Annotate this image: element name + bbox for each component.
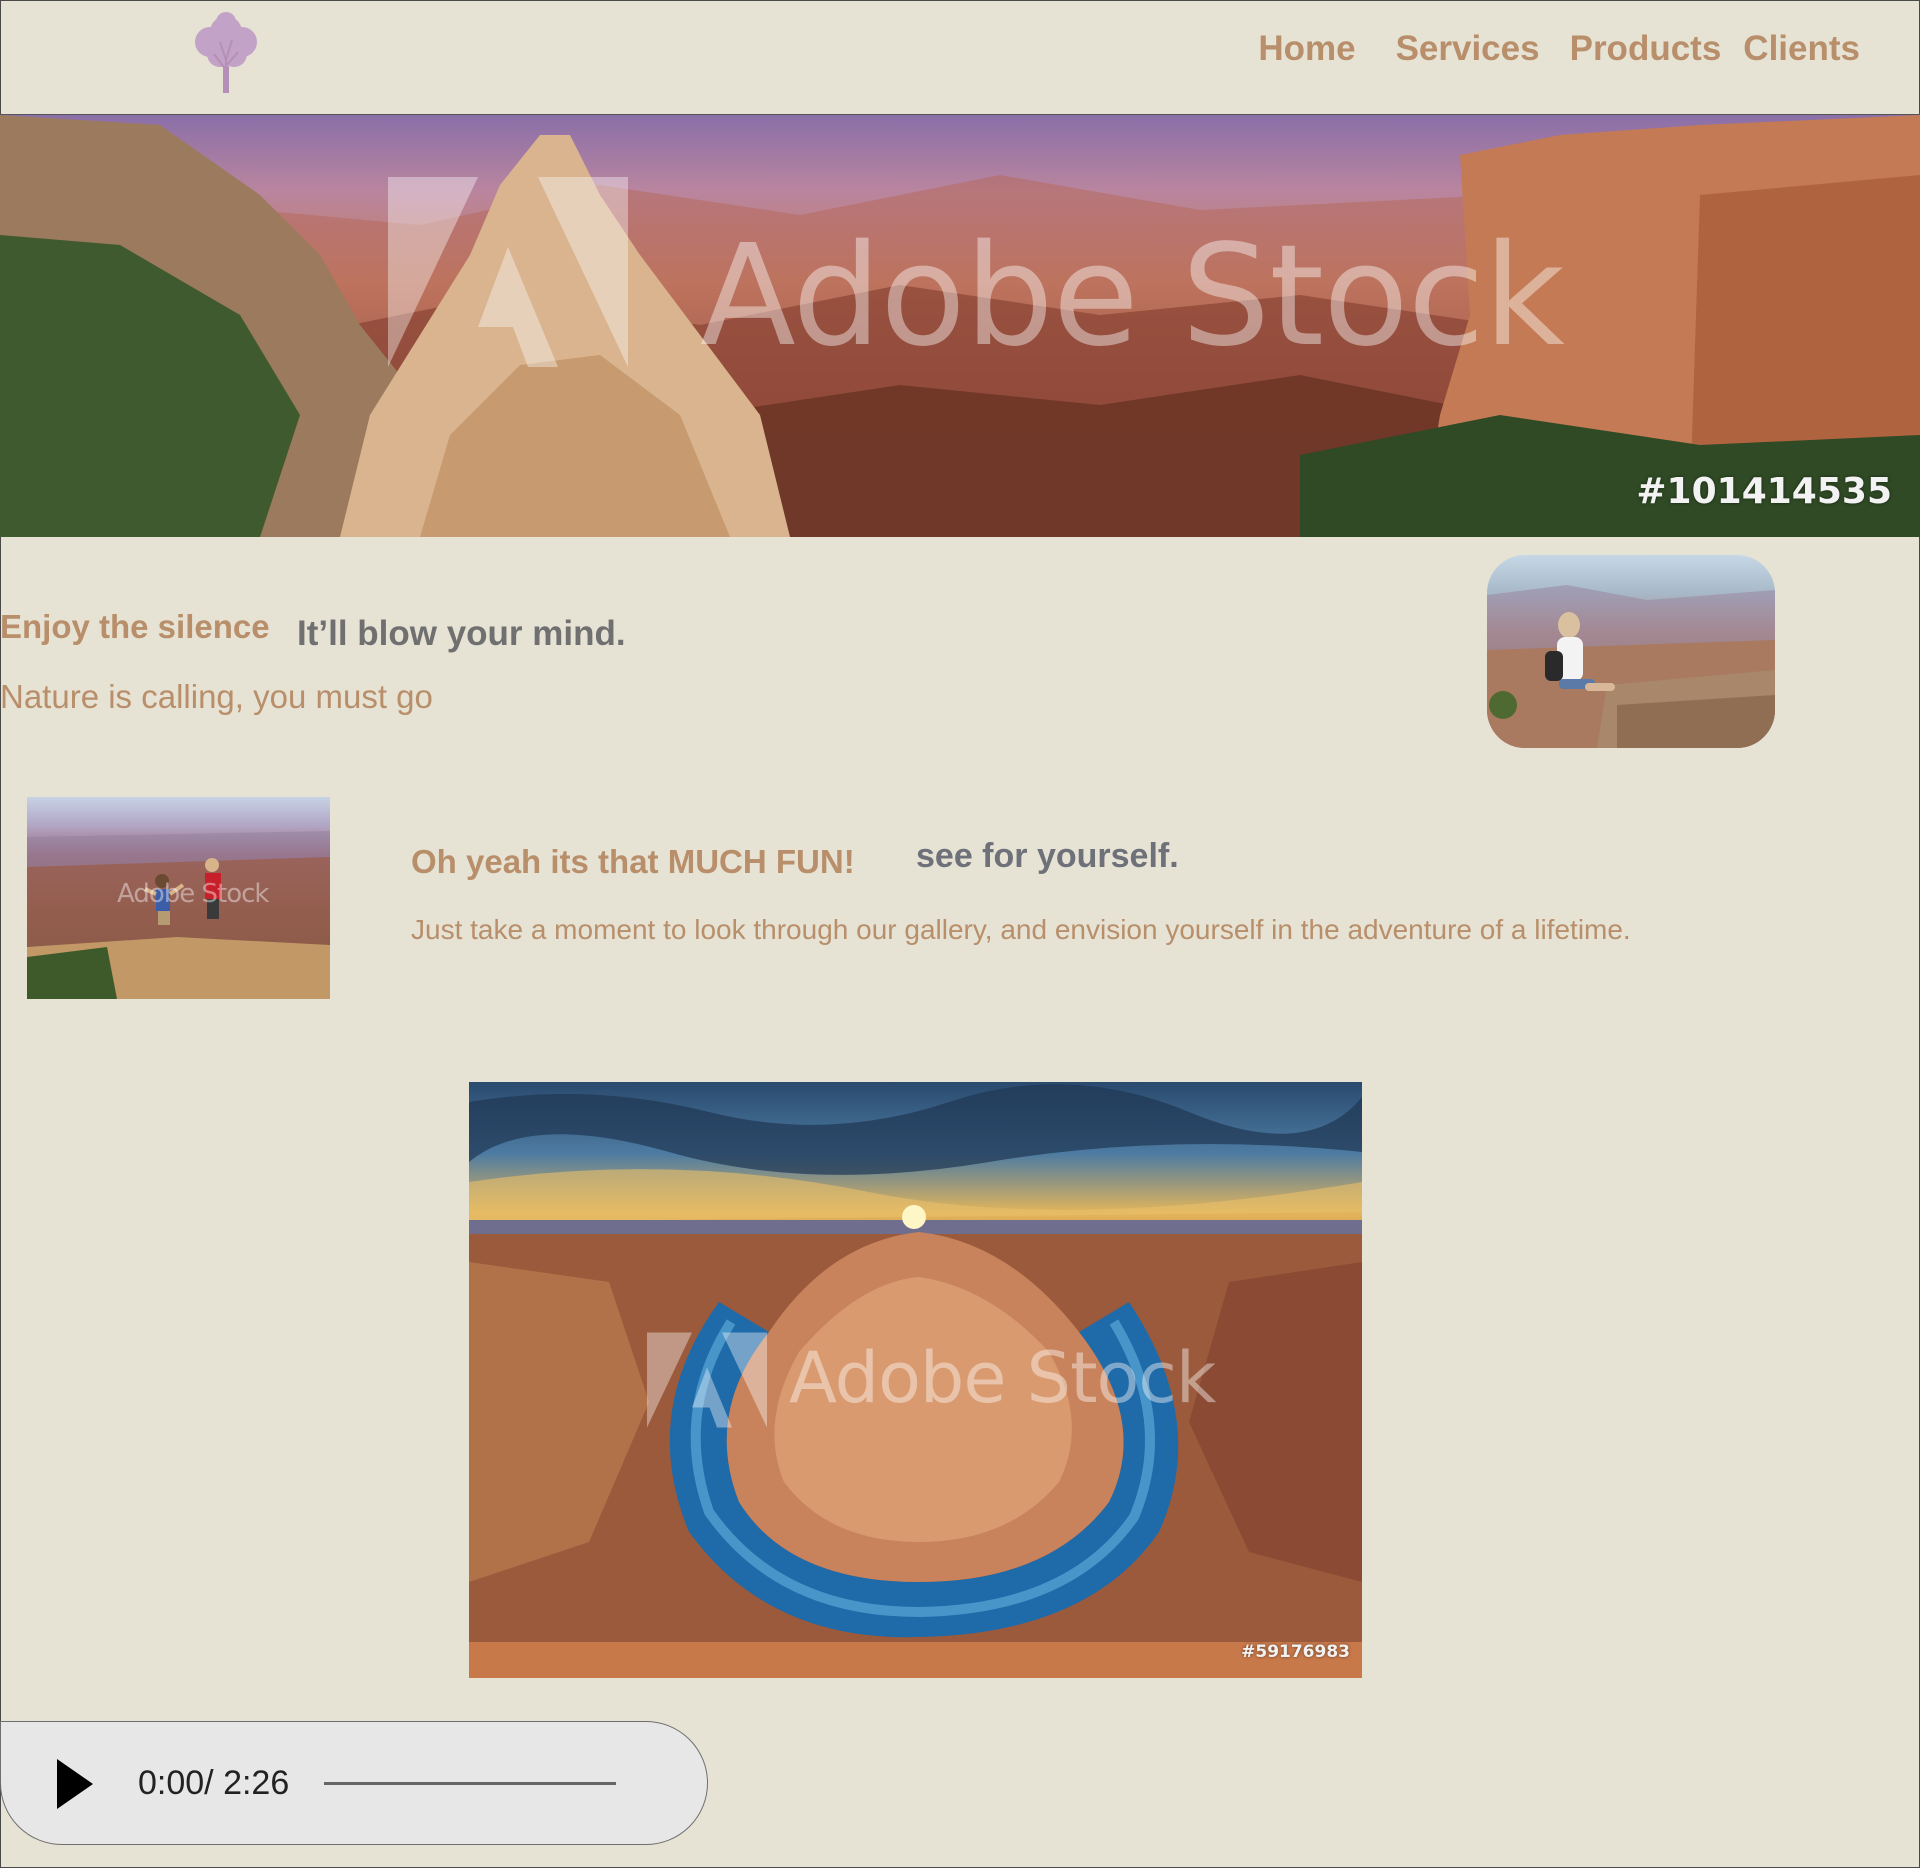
audio-time: 0:00/ 2:26 (138, 1764, 290, 1802)
nav-home[interactable]: Home (1258, 26, 1355, 72)
hiker-sitting-image[interactable] (1487, 555, 1775, 748)
audio-progress-track[interactable] (324, 1782, 616, 1785)
section1-body: Nature is calling, you must go (0, 678, 433, 715)
section2-subtitle: see for yourself. (916, 837, 1179, 875)
hero-banner-image: Adobe Stock #101414535 (0, 115, 1920, 537)
site-header: Home Services Products Clients (0, 0, 1920, 115)
tree-icon[interactable] (190, 10, 262, 94)
hikers-jumping-image[interactable]: Adobe Stock (27, 797, 330, 999)
play-icon[interactable] (57, 1759, 93, 1809)
main-nav: Home Services Products Clients (1258, 26, 1860, 72)
section1-subtitle: It’ll blow your mind. (297, 614, 626, 653)
audio-player: 0:00/ 2:26 (0, 1721, 708, 1845)
adobe-logo-icon (388, 177, 628, 367)
hero-image-id: #101414535 (1636, 471, 1892, 512)
nav-products[interactable]: Products (1570, 26, 1722, 72)
section2-title: Oh yeah its that MUCH FUN! (411, 843, 855, 880)
horseshoe-bend-image[interactable]: Adobe Stock #59176983 (469, 1082, 1362, 1678)
section2-body: Just take a moment to look through our g… (411, 914, 1631, 945)
big-watermark: Adobe Stock (789, 1337, 1216, 1419)
section1-title: Enjoy the silence (0, 608, 270, 645)
thumb-watermark: Adobe Stock (117, 879, 269, 909)
big-image-id: #59176983 (1241, 1642, 1350, 1662)
hero-watermark: Adobe Stock (700, 215, 1565, 378)
nav-clients[interactable]: Clients (1743, 26, 1860, 72)
nav-services[interactable]: Services (1396, 26, 1540, 72)
adobe-logo-icon (647, 1332, 767, 1428)
